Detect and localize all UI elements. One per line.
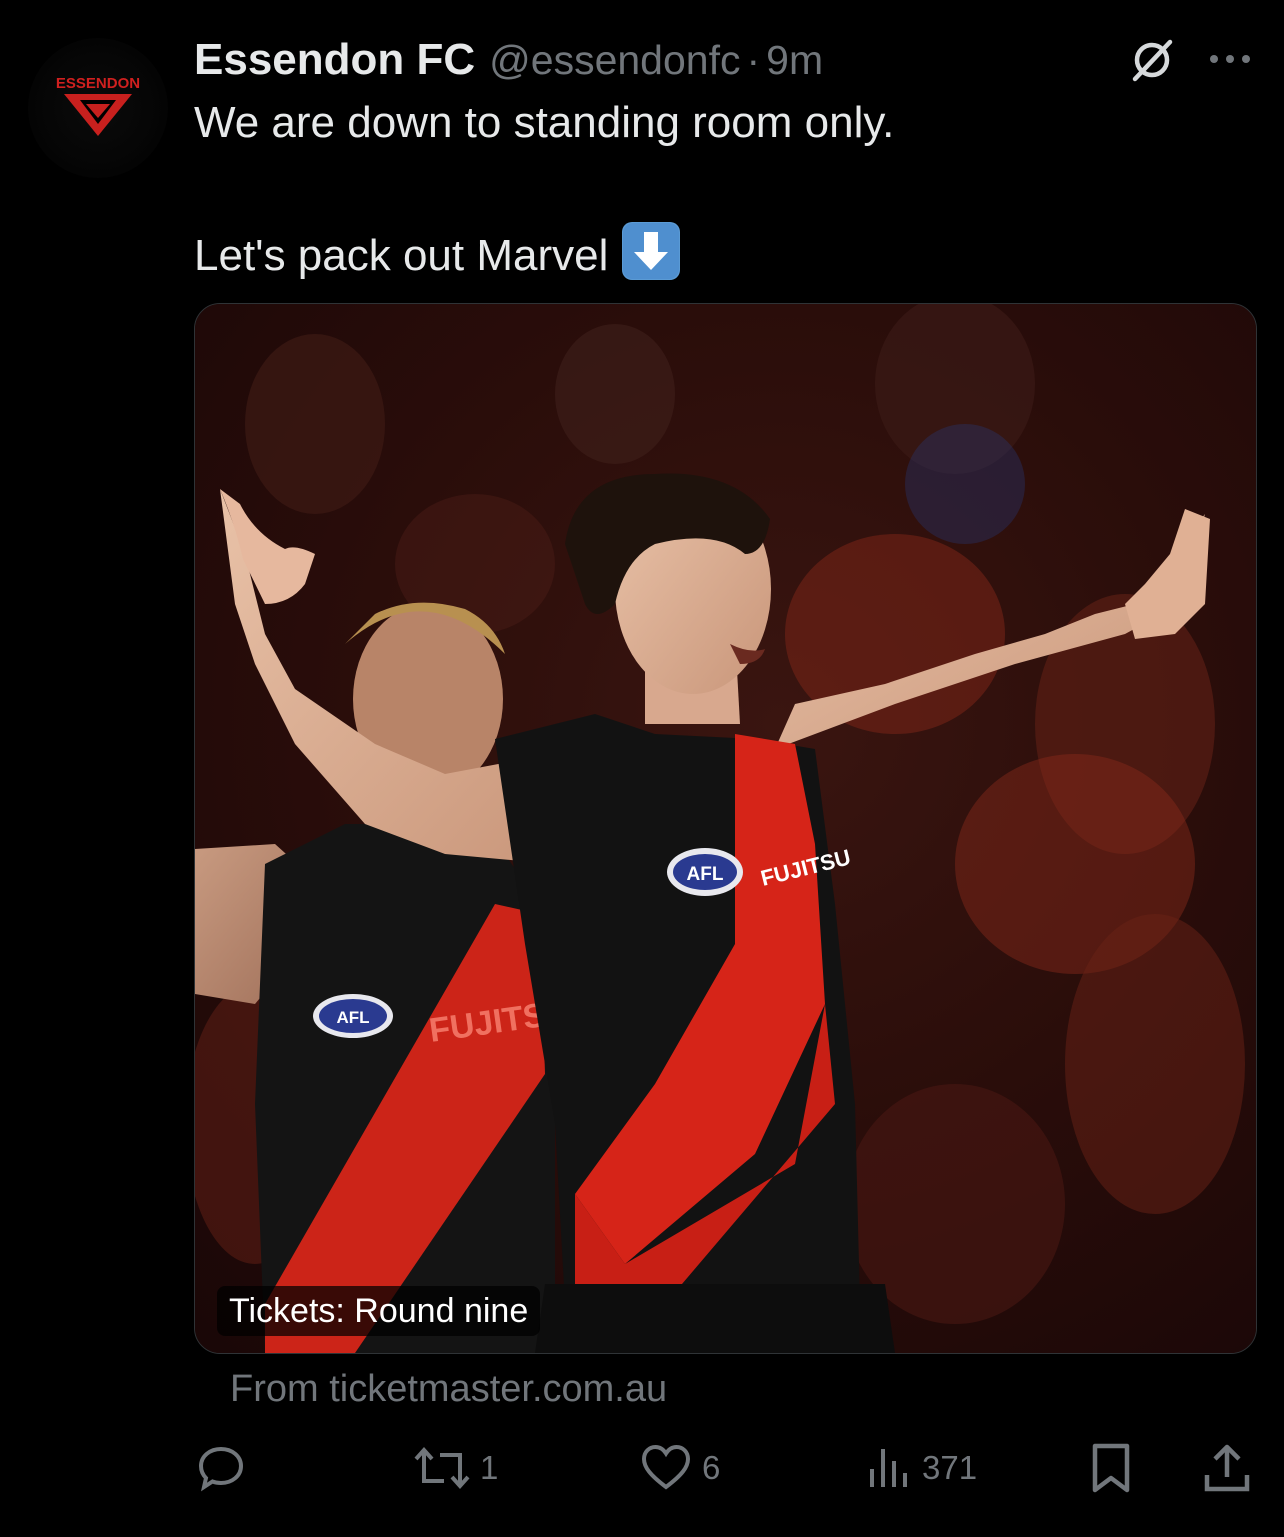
heart-icon [641,1444,691,1490]
timestamp[interactable]: 9m [766,37,823,84]
author-name[interactable]: Essendon FC [194,35,475,85]
share-icon [1204,1444,1250,1492]
svg-text:AFL: AFL [687,864,724,885]
like-button[interactable]: 6 [640,1440,720,1496]
bookmark-icon [1092,1443,1130,1493]
avatar-text: ESSENDON [56,75,140,92]
avatar[interactable]: ESSENDON [28,38,168,178]
views-button[interactable]: 371 [866,1440,977,1496]
more-options-icon[interactable] [1206,40,1254,78]
down-arrow-emoji-icon [622,222,681,280]
views-count: 371 [922,1449,978,1486]
retweet-count: 1 [480,1449,499,1486]
analytics-icon [870,1449,907,1487]
svg-text:AFL: AFL [336,1008,369,1027]
card-photo: AFL FUJITSU AFL FUJITSU [195,304,1256,1353]
link-card[interactable]: AFL FUJITSU AFL FUJITSU Tickets: Round n… [194,303,1257,1354]
retweet-button[interactable]: 1 [414,1440,498,1496]
grok-icon[interactable] [1128,36,1176,84]
card-badge: Tickets: Round nine [217,1286,541,1336]
essendon-logo: ESSENDON [56,75,140,136]
reply-icon [198,1446,244,1492]
reply-button[interactable] [196,1440,256,1496]
separator: · [746,36,761,83]
tweet-text-line1: We are down to standing room only. [194,98,895,147]
like-count: 6 [702,1449,721,1486]
tweet-text-line2-label: Let's pack out Marvel [194,231,609,280]
tweet-header: Essendon FC @essendonfc · 9m [194,32,823,88]
share-button[interactable] [1202,1440,1252,1496]
tweet[interactable]: ESSENDON Essendon FC @essendonfc · 9m We… [0,0,1284,1537]
card-source[interactable]: From ticketmaster.com.au [230,1368,667,1411]
bookmark-button[interactable] [1088,1440,1134,1496]
tweet-text-line2: Let's pack out Marvel [194,222,681,281]
author-handle[interactable]: @essendonfc [489,37,740,84]
retweet-icon [414,1446,470,1490]
